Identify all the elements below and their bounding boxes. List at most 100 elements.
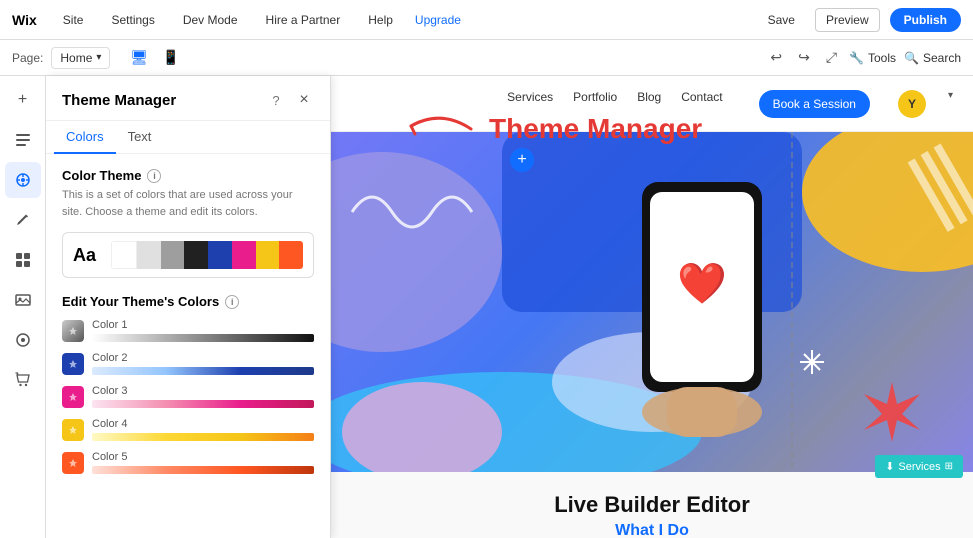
swatch-3 [184,241,208,269]
desktop-view-button[interactable]: 🖥 [126,47,152,68]
color-row-2: Color 2 [62,352,314,375]
hero-section: ❤️ [331,132,973,472]
nav-services[interactable]: Services [507,90,553,118]
apps-icon [14,251,32,269]
site-nav-links: Services Portfolio Blog Contact Book a S… [507,90,953,118]
nav-portfolio[interactable]: Portfolio [573,90,617,118]
color-2-dot[interactable] [62,353,84,375]
color-3-dot[interactable] [62,386,84,408]
color-dot-icon-5 [68,458,78,468]
color-theme-title: Color Theme i [62,168,314,183]
tools-button[interactable]: 🔧 Tools [849,51,896,65]
sidebar-social-button[interactable] [5,322,41,358]
undo-button[interactable]: ↩ [766,47,786,68]
swatch-7 [279,241,303,269]
nav-blog[interactable]: Blog [637,90,661,118]
redo-button[interactable]: ↪ [794,47,814,68]
panel-close-button[interactable]: × [294,90,314,110]
swatch-5 [232,241,256,269]
sidebar-shop-button[interactable] [5,362,41,398]
color-3-gradient[interactable] [92,400,314,408]
preview-button[interactable]: Preview [815,8,880,32]
edit-colors-section: Edit Your Theme's Colors i Color 1 [62,294,314,474]
swatch-0 [111,241,137,269]
theme-preview-box[interactable]: Aa [62,232,314,278]
color-4-label: Color 4 [92,418,314,430]
theme-icon [14,171,32,189]
nav-upgrade[interactable]: Upgrade [415,13,461,27]
page-name: Home [60,51,92,65]
nav-hire[interactable]: Hire a Partner [260,9,347,31]
services-float-button[interactable]: ⬇ Services ⊞ [875,455,963,478]
edit-colors-title: Edit Your Theme's Colors i [62,294,239,309]
expand-button[interactable]: ⤢ [822,47,841,68]
panel-header-actions: ? × [266,90,314,110]
edit-colors-info-icon[interactable]: i [225,295,239,309]
website-preview: Services Portfolio Blog Contact Book a S… [331,76,973,538]
page-label: Page: [12,51,43,65]
sidebar-pages-button[interactable] [5,122,41,158]
nav-site[interactable]: Site [57,9,90,31]
services-float-icon: ⬇ [885,460,894,473]
theme-preview-aa: Aa [73,245,101,266]
nav-dev-mode[interactable]: Dev Mode [177,9,244,31]
color-dot-icon-3 [68,392,78,402]
nav-contact[interactable]: Contact [681,90,722,118]
color-dot-icon-2 [68,359,78,369]
swatch-4 [208,241,232,269]
panel-help-button[interactable]: ? [266,90,286,110]
color-5-gradient[interactable] [92,466,314,474]
color-2-gradient[interactable] [92,367,314,375]
sidebar-add-button[interactable]: + [5,82,41,118]
search-icon: 🔍 [904,51,919,65]
nav-chevron-icon[interactable]: ▾ [948,90,953,118]
site-nav-avatar: Y [898,90,926,118]
add-section-button[interactable]: + [510,148,534,172]
search-button[interactable]: 🔍 Search [904,51,961,65]
color-1-dot[interactable] [62,320,84,342]
shop-icon [14,371,32,389]
swatch-1 [137,241,161,269]
color-4-dot[interactable] [62,419,84,441]
color-theme-section: Color Theme i This is a set of colors th… [62,168,314,278]
page-selector[interactable]: Home ▾ [51,47,110,69]
color-2-label: Color 2 [92,352,314,364]
sidebar-edit-button[interactable] [5,202,41,238]
publish-button[interactable]: Publish [890,8,961,32]
color-5-dot[interactable] [62,452,84,474]
edit-colors-header: Edit Your Theme's Colors i [62,294,314,309]
sidebar-theme-button[interactable] [5,162,41,198]
nav-help[interactable]: Help [362,9,399,31]
services-float-label: Services [898,461,940,473]
color-1-info: Color 1 [92,319,314,342]
panel-title: Theme Manager [62,92,176,109]
sidebar-media-button[interactable] [5,282,41,318]
color-4-info: Color 4 [92,418,314,441]
panel-tabs: Colors Text [46,121,330,154]
color-4-gradient[interactable] [92,433,314,441]
color-5-label: Color 5 [92,451,314,463]
tab-text[interactable]: Text [116,121,164,154]
color-2-info: Color 2 [92,352,314,375]
swatch-2 [161,241,185,269]
second-bar-right: ↩ ↪ ⤢ 🔧 Tools 🔍 Search [766,47,961,68]
tools-icon: 🔧 [849,51,864,65]
tab-colors[interactable]: Colors [54,121,116,154]
sidebar-apps-button[interactable] [5,242,41,278]
chevron-down-icon: ▾ [96,52,101,63]
save-button[interactable]: Save [758,9,805,31]
media-icon [14,291,32,309]
color-1-gradient[interactable] [92,334,314,342]
theme-panel: Theme Manager ? × Colors Text Color Them… [46,76,331,538]
wix-logo: Wix [12,12,37,28]
top-bar-actions: Save Preview Publish [758,8,961,32]
mobile-view-button[interactable]: 📱 [158,47,183,68]
nav-settings[interactable]: Settings [105,9,160,31]
site-nav-cta-button[interactable]: Book a Session [759,90,870,118]
second-bar: Page: Home ▾ 🖥 📱 ↩ ↪ ⤢ 🔧 Tools 🔍 Search [0,40,973,76]
color-row-4: Color 4 [62,418,314,441]
bottom-section-title: Live Builder Editor [351,492,953,518]
color-theme-info-icon[interactable]: i [147,169,161,183]
svg-text:❤️: ❤️ [677,262,727,306]
bottom-section: Live Builder Editor What I Do [331,472,973,538]
